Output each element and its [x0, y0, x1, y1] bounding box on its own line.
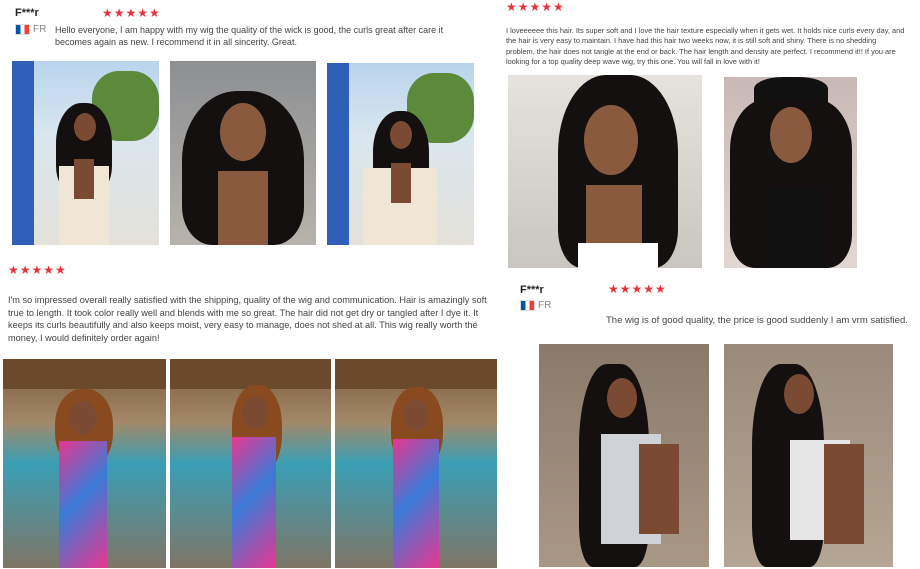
france-flag-icon	[15, 24, 30, 35]
reviewer-country: FR	[520, 300, 551, 311]
review-photo[interactable]	[724, 344, 893, 567]
review-photo[interactable]	[724, 77, 857, 268]
star-rating: ★★★★★	[102, 6, 161, 20]
reviewer-country: FR	[15, 24, 46, 35]
review-photo[interactable]	[327, 63, 474, 245]
review-text: The wig is of good quality, the price is…	[606, 315, 908, 326]
review-card-2: ★★★★★ I loveeeeee this hair. Its super s…	[498, 0, 920, 270]
review-photo[interactable]	[170, 61, 316, 245]
france-flag-icon	[520, 300, 535, 311]
review-text: I loveeeeee this hair. Its super soft an…	[506, 26, 905, 67]
review-text: Hello everyone, I am happy with my wig t…	[55, 25, 444, 48]
review-photo[interactable]	[539, 344, 709, 567]
country-code: FR	[538, 300, 552, 311]
country-code: FR	[33, 24, 47, 35]
review-card-3: ★★★★★ I'm so impressed overall really sa…	[0, 258, 508, 569]
star-rating: ★★★★★	[506, 0, 565, 14]
reviewer-name: F***r	[520, 284, 544, 296]
review-card-1: F***r ★★★★★ FR Hello everyone, I am happ…	[0, 0, 490, 255]
review-photo[interactable]	[12, 61, 159, 245]
reviewer-name: F***r	[15, 7, 39, 19]
review-photo[interactable]	[508, 75, 702, 268]
review-photo[interactable]	[170, 359, 331, 568]
review-photo[interactable]	[335, 359, 497, 568]
review-text: I'm so impressed overall really satisfie…	[8, 295, 487, 344]
review-card-4: F***r FR ★★★★★ The wig is of good qualit…	[508, 276, 920, 569]
review-photo[interactable]	[3, 359, 166, 568]
star-rating: ★★★★★	[8, 263, 67, 277]
star-rating: ★★★★★	[608, 282, 667, 296]
